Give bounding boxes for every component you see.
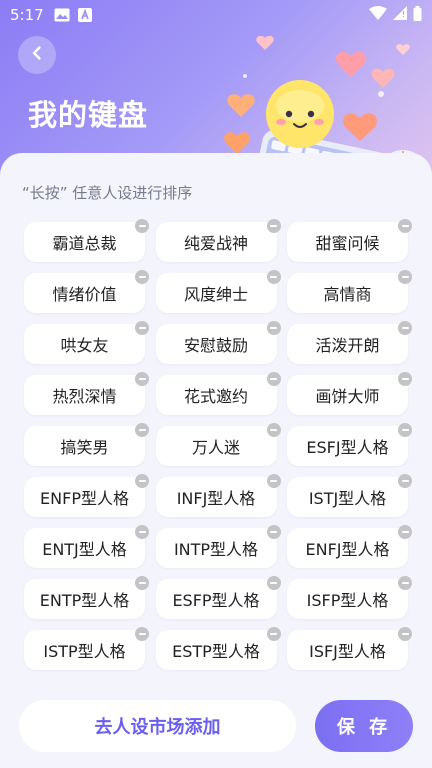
persona-label: ENTJ型人格 [42,540,127,559]
persona-label: 高情商 [323,285,372,304]
remove-icon[interactable] [135,372,149,386]
remove-icon[interactable] [135,525,149,539]
persona-chip[interactable]: ESFJ型人格 [287,423,412,466]
remove-icon[interactable] [266,423,281,437]
remove-icon[interactable] [266,219,281,233]
persona-label: ENTP型人格 [39,591,130,610]
persona-chip[interactable]: ISTJ型人格 [287,474,412,517]
persona-label: 情绪价值 [52,285,117,304]
battery-icon [413,5,422,25]
persona-chip[interactable]: 热烈深情 [24,372,149,415]
persona-chip[interactable]: ISTP型人格 [24,627,149,670]
persona-chip[interactable]: 霸道总裁 [24,219,149,262]
remove-icon[interactable] [398,627,412,641]
status-bar: 5:17 ! [0,0,432,30]
persona-chip[interactable]: 高情商 [287,270,412,313]
remove-icon[interactable] [398,576,412,590]
persona-label: 风度绅士 [183,285,248,304]
persona-chip[interactable]: ENFP型人格 [24,474,149,517]
persona-chip[interactable]: 花式邀约 [155,372,281,415]
remove-icon[interactable] [135,627,149,641]
remove-icon[interactable] [266,627,281,641]
remove-icon[interactable] [266,576,281,590]
persona-chip[interactable]: ESFP型人格 [155,576,281,619]
remove-icon[interactable] [398,474,412,488]
svg-text:!: ! [402,10,405,19]
persona-grid: 霸道总裁 纯爱战神 甜蜜问候 情绪价值 风度绅士 高情商 哄女友 安慰鼓励 活泼… [24,219,412,670]
persona-label: ESFJ型人格 [306,438,389,457]
persona-label: ENFJ型人格 [305,540,390,559]
remove-icon[interactable] [135,474,149,488]
remove-icon[interactable] [398,372,412,386]
remove-icon[interactable] [266,270,281,284]
remove-icon[interactable] [398,321,412,335]
sort-hint: “长按” 任意人设进行排序 [22,184,193,202]
remove-icon[interactable] [398,219,412,233]
persona-label: 哄女友 [60,336,109,355]
persona-label: ESFP型人格 [172,591,260,610]
wifi-icon [369,6,387,24]
remove-icon[interactable] [398,525,412,539]
chevron-left-icon [29,45,45,65]
persona-chip[interactable]: INFJ型人格 [155,474,281,517]
persona-label: 万人迷 [191,438,240,457]
persona-label: ESTP型人格 [172,642,260,661]
gallery-icon [54,8,70,22]
persona-chip[interactable]: 纯爱战神 [155,219,281,262]
persona-label: 搞笑男 [60,438,109,457]
save-button[interactable]: 保 存 [315,700,413,752]
text-app-icon [77,8,92,22]
persona-label: ENFP型人格 [40,489,129,508]
persona-label: ISFP型人格 [306,591,389,610]
persona-label: 活泼开朗 [315,336,380,355]
persona-label: ISTJ型人格 [308,489,387,508]
remove-icon[interactable] [266,525,281,539]
persona-chip[interactable]: ISFP型人格 [287,576,412,619]
persona-chip[interactable]: 万人迷 [155,423,281,466]
persona-label: INFJ型人格 [176,489,256,508]
persona-chip[interactable]: 画饼大师 [287,372,412,415]
persona-chip[interactable]: 甜蜜问候 [287,219,412,262]
remove-icon[interactable] [266,321,281,335]
persona-chip[interactable]: 风度绅士 [155,270,281,313]
persona-label: ISTP型人格 [43,642,126,661]
remove-icon[interactable] [266,474,281,488]
remove-icon[interactable] [398,423,412,437]
remove-icon[interactable] [135,219,149,233]
persona-chip[interactable]: ESTP型人格 [155,627,281,670]
persona-chip[interactable]: ISFJ型人格 [287,627,412,670]
persona-chip[interactable]: 哄女友 [24,321,149,364]
page-title: 我的键盘 [28,98,149,132]
persona-label: 纯爱战神 [183,234,248,253]
persona-chip[interactable]: ENTJ型人格 [24,525,149,568]
persona-label: 安慰鼓励 [183,336,248,355]
persona-chip[interactable]: 活泼开朗 [287,321,412,364]
remove-icon[interactable] [135,423,149,437]
remove-icon[interactable] [135,270,149,284]
persona-label: 甜蜜问候 [315,234,380,253]
remove-icon[interactable] [135,321,149,335]
add-from-market-button[interactable]: 去人设市场添加 [19,700,296,752]
persona-chip[interactable]: 搞笑男 [24,423,149,466]
remove-icon[interactable] [135,576,149,590]
persona-chip[interactable]: ENFJ型人格 [287,525,412,568]
remove-icon[interactable] [266,372,281,386]
persona-label: INTP型人格 [173,540,259,559]
persona-chip[interactable]: 情绪价值 [24,270,149,313]
persona-chip[interactable]: ENTP型人格 [24,576,149,619]
persona-chip[interactable]: 安慰鼓励 [155,321,281,364]
status-time: 5:17 [10,6,44,24]
persona-chip[interactable]: INTP型人格 [155,525,281,568]
back-button[interactable] [18,36,56,74]
signal-icon: ! [393,6,407,24]
persona-label: 画饼大师 [315,387,380,406]
persona-label: 花式邀约 [183,387,248,406]
remove-icon[interactable] [398,270,412,284]
persona-label: 霸道总裁 [52,234,117,253]
persona-label: ISFJ型人格 [309,642,386,661]
persona-label: 热烈深情 [52,387,117,406]
